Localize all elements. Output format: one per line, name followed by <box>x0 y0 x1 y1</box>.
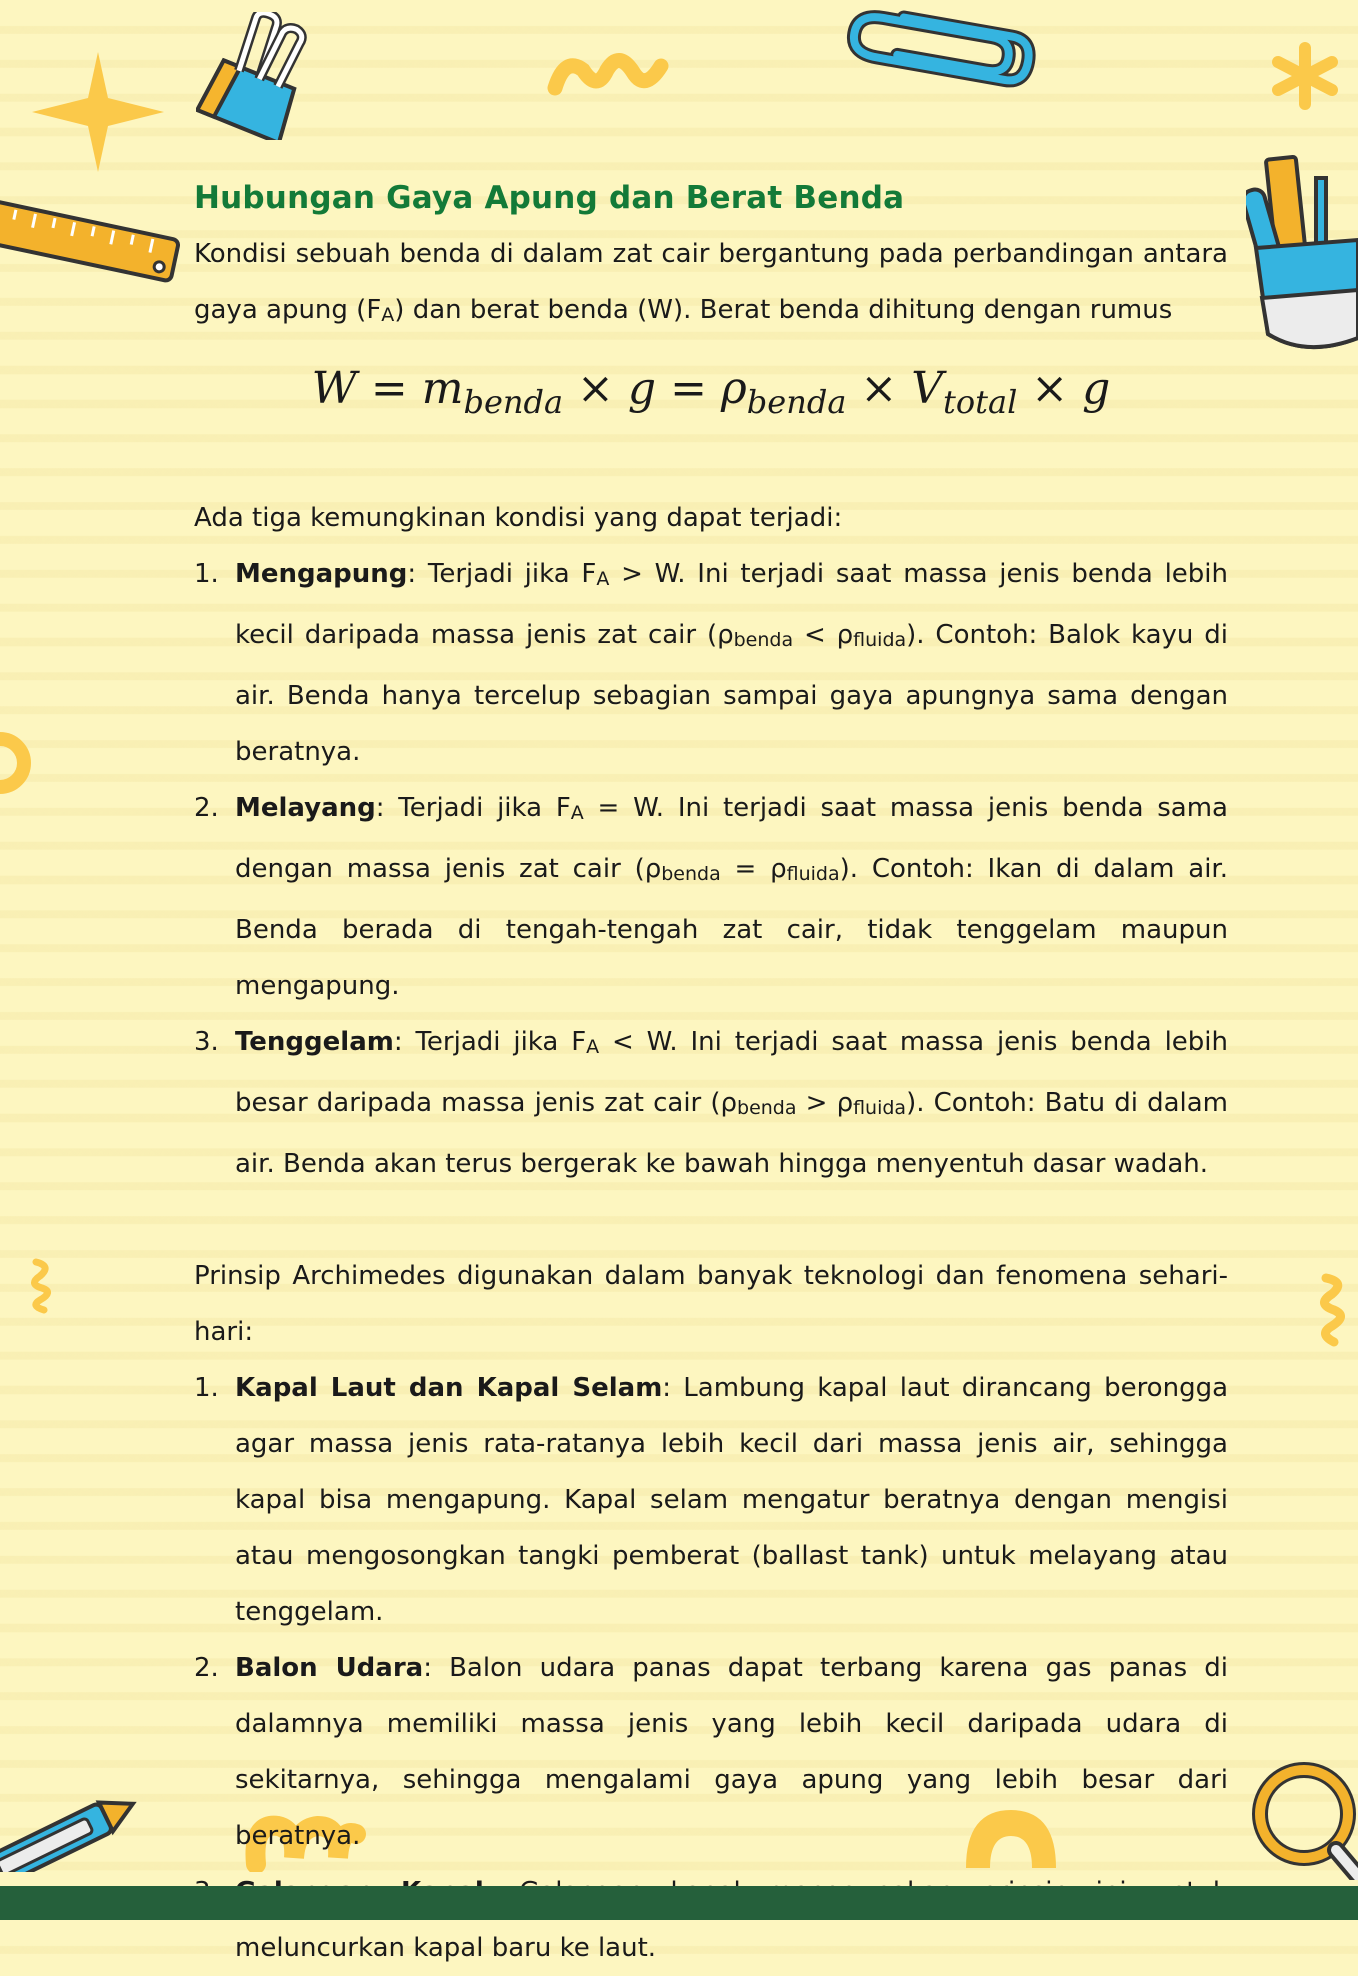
squiggle-icon <box>547 53 669 96</box>
paperclip-icon <box>846 10 1036 88</box>
ruler-icon <box>0 198 180 283</box>
spring-icon <box>1320 1273 1345 1347</box>
footer-bar <box>0 1886 1358 1920</box>
document-body: Hubungan Gaya Apung dan Berat Benda Kond… <box>194 160 1228 1976</box>
pencil-icon <box>0 1800 137 1872</box>
asterisk-icon <box>1272 42 1338 110</box>
weight-formula: W = mbenda × g = ρbenda × Vtotal × g <box>311 363 1111 421</box>
page-title: Hubungan Gaya Apung dan Berat Benda <box>194 180 905 216</box>
star-icon <box>32 52 164 172</box>
magnifier-icon <box>1252 1762 1358 1880</box>
applications-intro: Prinsip Archimedes digunakan dalam banya… <box>194 1260 1228 1347</box>
list-item: 2. Melayang: Terjadi jika FA = W. Ini ter… <box>194 792 1228 1001</box>
ring-icon <box>0 732 31 794</box>
list-item: 2. Balon Udara: Balon udara panas dapat t… <box>194 1652 1228 1851</box>
list-item: 1. Kapal Laut dan Kapal Selam: Lambung ka… <box>194 1372 1229 1627</box>
applications-list: 1. Kapal Laut dan Kapal Selam: Lambung ka… <box>194 1360 1228 1976</box>
conditions-list: 1. Mengapung: Terjadi jika FA > W. Ini te… <box>194 546 1228 1192</box>
conditions-intro: Ada tiga kemungkinan kondisi yang dapat … <box>194 502 843 533</box>
list-item: 1. Mengapung: Terjadi jika FA > W. Ini te… <box>194 558 1228 767</box>
list-item: 3. Tenggelam: Terjadi jika FA < W. Ini te… <box>194 1026 1228 1179</box>
binder-clip-icon <box>196 12 307 140</box>
pencil-cup-icon <box>1246 154 1358 349</box>
intro-paragraph: Kondisi sebuah benda di dalam zat cair b… <box>194 239 1228 326</box>
spring-icon <box>31 1258 51 1314</box>
